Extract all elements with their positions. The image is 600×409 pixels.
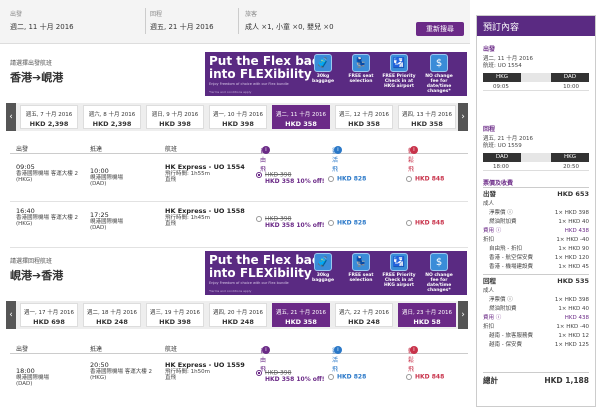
seat-icon: 💺 FREE seat selection bbox=[343, 253, 379, 283]
date-cell[interactable]: 週三, 12 十月 2016 HKD 358 bbox=[335, 105, 393, 129]
checkin-icon: 🛂 FREE Priority Check in at HKG airport bbox=[381, 54, 417, 89]
info-icon[interactable]: i bbox=[262, 146, 270, 154]
date-cell[interactable]: 週六, 8 十月 2016 HKD 2,398 bbox=[83, 105, 141, 129]
arrow-right-icon: ➔ bbox=[32, 269, 42, 282]
date-cell[interactable]: 週日, 9 十月 2016 HKD 398 bbox=[146, 105, 204, 129]
chevron-right-icon[interactable]: › bbox=[458, 103, 468, 131]
luggage-icon: 🧳 30kg baggage bbox=[305, 54, 341, 84]
flight-segment-bar: HKG DAD bbox=[483, 73, 589, 82]
outbound-summary: 出發 週二, 11 十月 2016 航班: UO 1554 HKG DAD 09:… bbox=[477, 44, 595, 91]
destination-city: 香港 bbox=[41, 269, 64, 282]
fare-radio-fun[interactable] bbox=[256, 216, 262, 222]
outbound-column-header: 出發 抵達 航班 自由飛i 靈活飛i 輕鬆飛i bbox=[10, 142, 468, 173]
fare-radio-biz[interactable] bbox=[406, 374, 412, 380]
date-cell[interactable]: 週三, 19 十月 2016 HKD 398 bbox=[146, 303, 204, 327]
chevron-right-icon[interactable]: › bbox=[458, 301, 468, 329]
outbound-date-strip: ‹ 週五, 7 十月 2016 HKD 2,398 週六, 8 十月 2016 HK… bbox=[6, 103, 468, 131]
date-cell[interactable]: 週二, 18 十月 2016 HKD 248 bbox=[83, 303, 141, 327]
seat-icon: 💺 FREE seat selection bbox=[343, 54, 379, 84]
arrow-right-icon: ➔ bbox=[32, 71, 42, 84]
flex-promo-banner[interactable]: Put the Flex back into FLEXibility Enjoy … bbox=[205, 251, 467, 295]
date-cell-selected[interactable]: 週二, 11 十月 2016 HKD 358 bbox=[272, 105, 330, 129]
pax-summary: 旅客 成人 ×1, 小童 ×0, 嬰兒 ×0 bbox=[245, 11, 334, 31]
date-cell[interactable]: 週一, 17 十月 2016 HKD 698 bbox=[20, 303, 78, 327]
chevron-left-icon[interactable]: ‹ bbox=[6, 103, 16, 131]
booking-summary: 預訂內容 出發 週二, 11 十月 2016 航班: UO 1554 HKG DA… bbox=[476, 15, 596, 407]
fare-title: 票價及收費 bbox=[483, 180, 514, 187]
info-icon[interactable]: i bbox=[410, 146, 418, 154]
luggage-icon: 🧳 30kg baggage bbox=[305, 253, 341, 283]
date-cell-highlighted[interactable]: 週日, 23 十月 2016 HKD 58 bbox=[398, 303, 456, 327]
chevron-left-icon[interactable]: ‹ bbox=[6, 301, 16, 329]
info-icon[interactable]: i bbox=[262, 346, 270, 354]
inbound-column-header: 出發 抵達 航班 自由飛i 靈活飛i 輕鬆飛i bbox=[10, 342, 468, 373]
fare-radio-flex[interactable] bbox=[328, 220, 334, 226]
summary-title: 預訂內容 bbox=[477, 16, 595, 36]
flex-promo-banner[interactable]: Put the Flex back into FLEXibility Enjoy … bbox=[205, 52, 467, 96]
date-cell-selected[interactable]: 週五, 21 十月 2016 HKD 358 bbox=[272, 303, 330, 327]
destination-city: 峴港 bbox=[41, 71, 64, 84]
grand-total: 總計 HKD 1,188 bbox=[483, 376, 589, 385]
origin-city: 香港 bbox=[10, 71, 32, 84]
date-cell[interactable]: 週四, 13 十月 2016 HKD 358 bbox=[398, 105, 456, 129]
flight-row: 18:00 峴港國際機場 (DAD) 20:50 香港國際機場 客運大樓 2 (HKG)… bbox=[16, 361, 445, 387]
flight-row: 09:05 香港國際機場 客運大樓 2 (HKG) 10:00 峴港國際機場 (DAD)… bbox=[10, 156, 468, 202]
fare-radio-biz[interactable] bbox=[406, 176, 412, 182]
checkin-icon: 🛂 FREE Priority Check in at HKG airport bbox=[381, 253, 417, 288]
return-summary: 回程 週五, 21 十月 2016 bbox=[150, 11, 214, 31]
fare-radio-biz[interactable] bbox=[406, 220, 412, 226]
date-cell[interactable]: 週一, 10 十月 2016 HKD 398 bbox=[209, 105, 267, 129]
fare-radio-fun[interactable] bbox=[256, 172, 262, 178]
flight-segment-bar: DAD HKG bbox=[483, 153, 589, 162]
fare-radio-fun[interactable] bbox=[256, 370, 262, 376]
no-fee-icon: $ NO change fee for date/time changes* bbox=[421, 54, 457, 94]
outbound-route-header: 請選擇出發航班 香港➔峴港 bbox=[10, 60, 64, 84]
flight-row: 16:40 香港國際機場 客運大樓 2 (HKG) 17:25 峴港國際機場 (DAD)… bbox=[10, 202, 468, 248]
date-cell[interactable]: 週五, 7 十月 2016 HKD 2,398 bbox=[20, 105, 78, 129]
origin-city: 峴港 bbox=[10, 269, 32, 282]
info-icon[interactable]: i bbox=[334, 146, 342, 154]
fare-radio-flex[interactable] bbox=[328, 176, 334, 182]
info-icon[interactable]: i bbox=[334, 346, 342, 354]
fare-radio-flex[interactable] bbox=[328, 374, 334, 380]
date-cell[interactable]: 週四, 20 十月 2016 HKD 248 bbox=[209, 303, 267, 327]
depart-summary: 出發 週二, 11 十月 2016 bbox=[10, 11, 74, 31]
date-cell[interactable]: 週六, 22 十月 2016 HKD 248 bbox=[335, 303, 393, 327]
info-icon[interactable]: i bbox=[410, 346, 418, 354]
inbound-route-header: 請選擇回程航班 峴港➔香港 bbox=[10, 258, 64, 282]
no-fee-icon: $ NO change fee for date/time changes* bbox=[421, 253, 457, 293]
inbound-date-strip: ‹ 週一, 17 十月 2016 HKD 698 週二, 18 十月 2016 HK… bbox=[6, 301, 468, 329]
search-again-button[interactable]: 重新搜尋 bbox=[416, 22, 464, 36]
inbound-summary: 回程 週五, 21 十月 2016 航班: UO 1559 DAD HKG 18:… bbox=[477, 124, 595, 171]
search-summary: 出發 週二, 11 十月 2016 回程 週五, 21 十月 2016 旅客 成… bbox=[0, 0, 470, 44]
